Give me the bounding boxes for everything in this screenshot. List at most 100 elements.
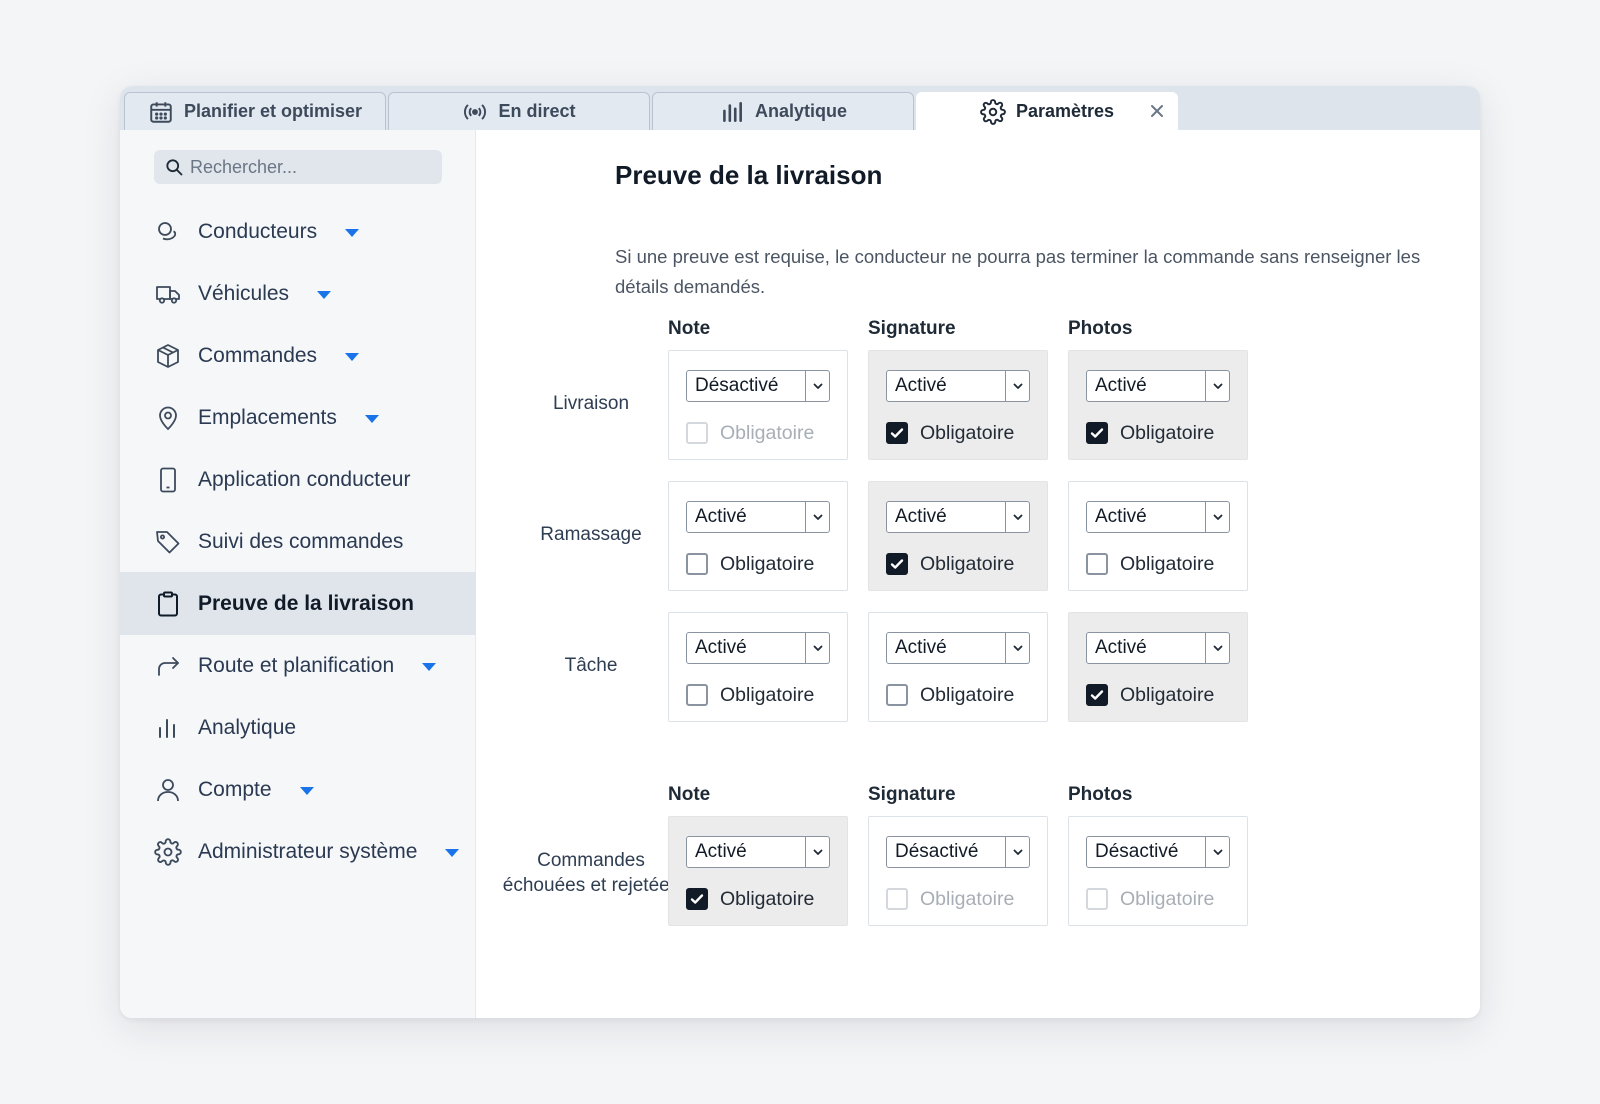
sidebar-item-compte[interactable]: Compte bbox=[120, 758, 476, 821]
expand-caret-icon bbox=[345, 352, 360, 361]
chevron-down-icon bbox=[1205, 837, 1229, 867]
sidebar-item-label: Preuve de la livraison bbox=[198, 591, 414, 615]
checkbox-label: Obligatoire bbox=[920, 421, 1015, 444]
status-dropdown[interactable]: Désactivé bbox=[686, 370, 830, 402]
sidebar-item-emplacements[interactable]: Emplacements bbox=[120, 386, 476, 449]
proof-setting-cell: Activé Obligatoire bbox=[868, 350, 1048, 460]
chevron-down-icon bbox=[1205, 633, 1229, 663]
checkbox-label: Obligatoire bbox=[1120, 683, 1215, 706]
proof-setting-cell: Désactivé Obligatoire bbox=[668, 350, 848, 460]
checkbox-label: Obligatoire bbox=[720, 552, 815, 575]
checkbox-label: Obligatoire bbox=[920, 683, 1015, 706]
settings-window: Planifier et optimiser En direct Analyti… bbox=[120, 86, 1480, 1018]
tab-planifier[interactable]: Planifier et optimiser bbox=[124, 92, 386, 130]
checkbox-unchecked-icon bbox=[1086, 553, 1108, 575]
checkbox-unchecked-icon bbox=[686, 553, 708, 575]
dropdown-value: Désactivé bbox=[695, 375, 779, 396]
status-dropdown[interactable]: Activé bbox=[1086, 370, 1230, 402]
dropdown-value: Activé bbox=[895, 506, 947, 527]
bar-chart-icon bbox=[159, 718, 175, 738]
required-checkbox[interactable]: Obligatoire bbox=[1086, 683, 1214, 707]
sidebar-item-label: Application conducteur bbox=[198, 467, 411, 491]
search-input[interactable] bbox=[190, 156, 430, 178]
dropdown-value: Activé bbox=[1095, 375, 1147, 396]
tab-en-direct[interactable]: En direct bbox=[388, 92, 650, 130]
chevron-down-icon bbox=[805, 837, 829, 867]
status-dropdown[interactable]: Désactivé bbox=[1086, 836, 1230, 868]
checkbox-label: Obligatoire bbox=[720, 887, 815, 910]
chevron-down-icon bbox=[805, 633, 829, 663]
dropdown-value: Activé bbox=[895, 375, 947, 396]
status-dropdown[interactable]: Désactivé bbox=[886, 836, 1030, 868]
sidebar-item-label: Compte bbox=[198, 777, 272, 801]
sidebar-item-vehicules[interactable]: Véhicules bbox=[120, 262, 476, 325]
proof-setting-cell: Activé Obligatoire bbox=[668, 481, 848, 591]
dropdown-value: Activé bbox=[695, 637, 747, 658]
required-checkbox[interactable]: Obligatoire bbox=[886, 552, 1014, 576]
checkbox-unchecked-icon bbox=[886, 684, 908, 706]
chevron-down-icon bbox=[1005, 502, 1029, 532]
required-checkbox[interactable]: Obligatoire bbox=[686, 683, 814, 707]
chevron-down-icon bbox=[1205, 371, 1229, 401]
status-dropdown[interactable]: Activé bbox=[886, 370, 1030, 402]
checkbox-label: Obligatoire bbox=[920, 887, 1015, 910]
required-checkbox: Obligatoire bbox=[1086, 887, 1214, 911]
required-checkbox[interactable]: Obligatoire bbox=[686, 887, 814, 911]
sidebar-item-suivi-des-commandes[interactable]: Suivi des commandes bbox=[120, 510, 476, 573]
tab-label: Analytique bbox=[754, 101, 847, 121]
location-pin-icon bbox=[159, 406, 177, 430]
clipboard-icon bbox=[158, 591, 178, 616]
page-title: Preuve de la livraison bbox=[615, 160, 883, 190]
status-dropdown[interactable]: Activé bbox=[1086, 501, 1230, 533]
sidebar: Conducteurs Véhicules Commandes Emplacem… bbox=[120, 130, 476, 1018]
required-checkbox[interactable]: Obligatoire bbox=[886, 421, 1014, 445]
checkbox-unchecked-icon bbox=[686, 422, 708, 444]
dropdown-value: Activé bbox=[1095, 506, 1147, 527]
dropdown-value: Activé bbox=[695, 841, 747, 862]
chevron-down-icon bbox=[1205, 502, 1229, 532]
checkbox-unchecked-icon bbox=[1086, 888, 1108, 910]
sidebar-item-conducteurs[interactable]: Conducteurs bbox=[120, 200, 476, 263]
expand-caret-icon bbox=[445, 848, 460, 857]
tab-bar: Planifier et optimiser En direct Analyti… bbox=[120, 86, 1480, 130]
sidebar-item-preuve-de-la-livraison[interactable]: Preuve de la livraison bbox=[120, 572, 476, 635]
truck-icon bbox=[156, 285, 180, 304]
checkbox-checked-icon bbox=[1086, 422, 1108, 444]
required-checkbox[interactable]: Obligatoire bbox=[686, 552, 814, 576]
checkbox-label: Obligatoire bbox=[1120, 552, 1215, 575]
gear-icon bbox=[980, 98, 1006, 125]
phone-icon bbox=[160, 467, 176, 492]
dropdown-value: Activé bbox=[895, 637, 947, 658]
tag-icon bbox=[156, 530, 180, 553]
status-dropdown[interactable]: Activé bbox=[886, 501, 1030, 533]
tab-parametres[interactable]: Paramètres bbox=[916, 92, 1178, 130]
status-dropdown[interactable]: Activé bbox=[686, 501, 830, 533]
status-dropdown[interactable]: Activé bbox=[886, 632, 1030, 664]
status-dropdown[interactable]: Activé bbox=[686, 836, 830, 868]
expand-caret-icon bbox=[299, 786, 314, 795]
sidebar-item-commandes[interactable]: Commandes bbox=[120, 324, 476, 387]
proof-setting-cell: Activé Obligatoire bbox=[1068, 481, 1248, 591]
sidebar-item-analytique[interactable]: Analytique bbox=[120, 696, 476, 759]
required-checkbox[interactable]: Obligatoire bbox=[1086, 552, 1214, 576]
proof-setting-cell: Activé Obligatoire bbox=[1068, 350, 1248, 460]
search-icon bbox=[166, 159, 183, 176]
tab-analytique[interactable]: Analytique bbox=[652, 92, 914, 130]
broadcast-icon bbox=[464, 103, 487, 120]
close-tab-button[interactable] bbox=[1147, 101, 1167, 121]
checkbox-checked-icon bbox=[886, 553, 908, 575]
status-dropdown[interactable]: Activé bbox=[1086, 632, 1230, 664]
sidebar-item-route-et-planification[interactable]: Route et planification bbox=[120, 634, 476, 697]
status-dropdown[interactable]: Activé bbox=[686, 632, 830, 664]
sidebar-item-label: Administrateur système bbox=[198, 839, 418, 863]
required-checkbox[interactable]: Obligatoire bbox=[1086, 421, 1214, 445]
chevron-down-icon bbox=[1005, 837, 1029, 867]
sidebar-item-application-conducteur[interactable]: Application conducteur bbox=[120, 448, 476, 511]
required-checkbox[interactable]: Obligatoire bbox=[886, 683, 1014, 707]
sidebar-item-label: Suivi des commandes bbox=[198, 529, 404, 553]
drivers-icon bbox=[158, 221, 177, 240]
chevron-down-icon bbox=[1005, 371, 1029, 401]
tab-label: Planifier et optimiser bbox=[183, 101, 363, 121]
expand-caret-icon bbox=[345, 228, 360, 237]
sidebar-item-administrateur-systeme[interactable]: Administrateur système bbox=[120, 820, 476, 883]
